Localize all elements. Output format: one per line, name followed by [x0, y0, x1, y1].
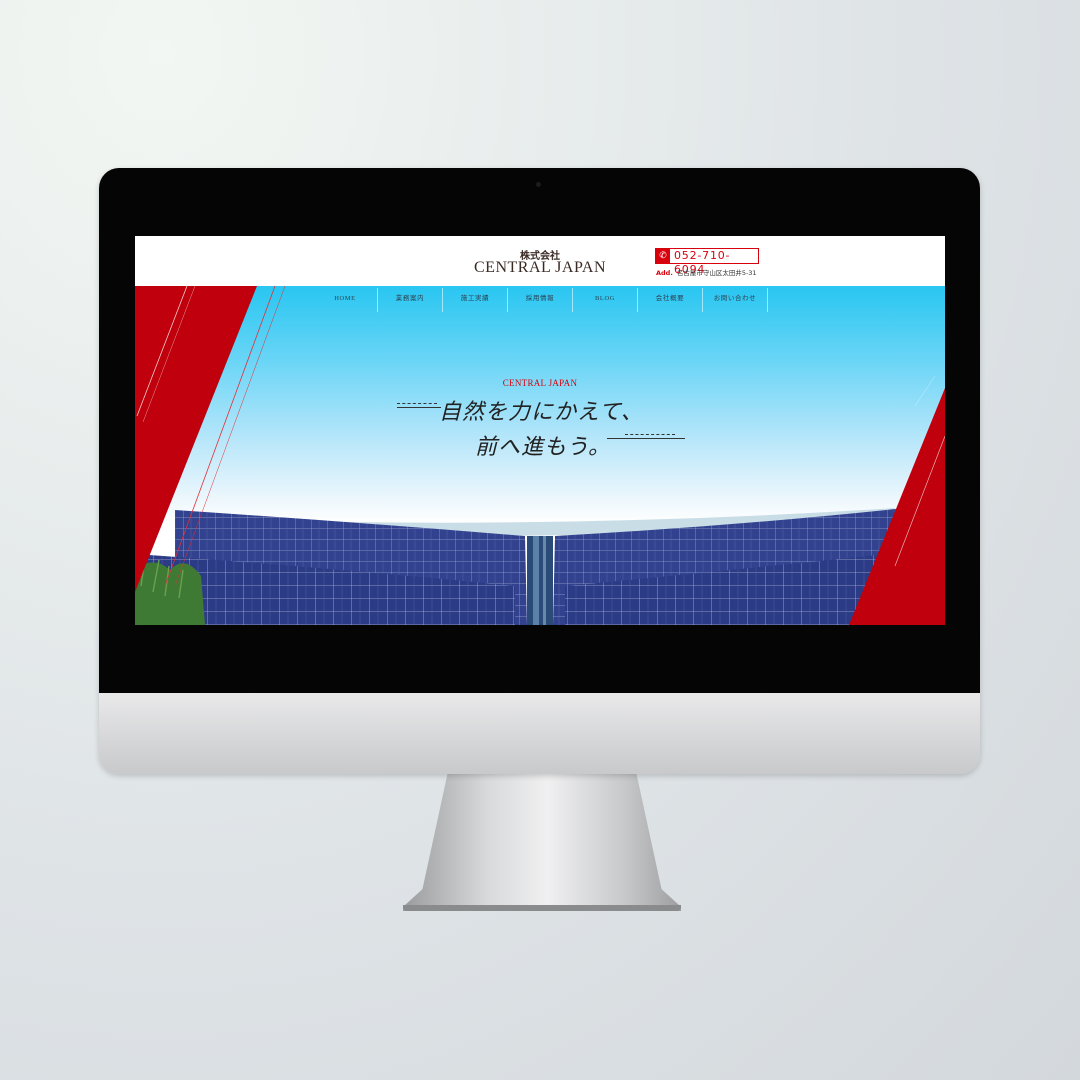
camera-icon: [536, 182, 541, 187]
hero-catchphrase-line1: 自然を力にかえて、: [439, 400, 644, 425]
hero-catchphrase-line2: 前へ進もう。: [475, 435, 612, 460]
address-label: Add.: [656, 269, 673, 277]
phone-number-box[interactable]: ✆ 052-710-6094: [655, 248, 759, 276]
decorative-line: [625, 434, 675, 435]
decorative-line: [607, 438, 685, 439]
monitor-stand-base: [403, 905, 681, 911]
nav-recruit[interactable]: 採用情報: [508, 288, 573, 312]
hero-section: HOME 業務案内 施工実績 採用情報 BLOG 会社概要 お問い合わせ CEN…: [135, 286, 945, 625]
nav-blog[interactable]: BLOG: [573, 288, 638, 312]
address: Add. 名古屋市守山区太田井5-31: [656, 267, 757, 277]
monitor-chin: [99, 693, 980, 774]
nav-contact[interactable]: お問い合わせ: [703, 288, 768, 312]
decorative-line: [397, 407, 441, 408]
phone-icon: ✆: [656, 249, 670, 263]
nav-services[interactable]: 業務案内: [378, 288, 443, 312]
decorative-line: [397, 403, 437, 404]
nav-works[interactable]: 施工実績: [443, 288, 508, 312]
nav-company[interactable]: 会社概要: [638, 288, 703, 312]
site-header: 株式会社 CENTRAL JAPAN ✆ 052-710-6094 Add. 名古…: [135, 236, 945, 286]
monitor-stand: [403, 774, 681, 911]
logo-title[interactable]: CENTRAL JAPAN: [135, 259, 945, 277]
address-text: 名古屋市守山区太田井5-31: [676, 269, 757, 277]
website-screen: 株式会社 CENTRAL JAPAN ✆ 052-710-6094 Add. 名古…: [135, 236, 945, 625]
hero-brand: CENTRAL JAPAN: [502, 378, 578, 388]
main-nav: HOME 業務案内 施工実績 採用情報 BLOG 会社概要 お問い合わせ: [313, 288, 768, 312]
nav-home[interactable]: HOME: [313, 288, 378, 312]
